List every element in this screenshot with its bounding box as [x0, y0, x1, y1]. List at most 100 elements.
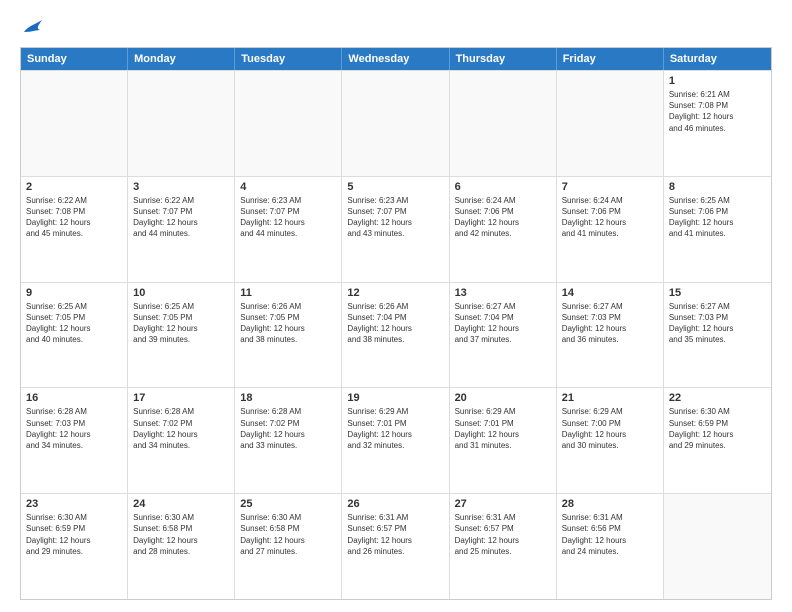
calendar-body: 1 Sunrise: 6:21 AM Sunset: 7:08 PM Daylig… — [21, 70, 771, 599]
day-cell-4-5: 28 Sunrise: 6:31 AM Sunset: 6:56 PM Dayli… — [557, 494, 664, 599]
day-info-8: Sunrise: 6:25 AM Sunset: 7:06 PM Dayligh… — [669, 195, 766, 240]
day-cell-1-4: 6 Sunrise: 6:24 AM Sunset: 7:06 PM Daylig… — [450, 177, 557, 282]
day-cell-1-2: 4Sunrise: 6:23 AM Sunset: 7:07 PM Daylig… — [235, 177, 342, 282]
day-number-22: 22 — [669, 392, 766, 404]
day-number-10: 10 — [133, 287, 229, 299]
header-thursday: Thursday — [450, 48, 557, 70]
day-info-7: Sunrise: 6:24 AM Sunset: 7:06 PM Dayligh… — [562, 195, 658, 240]
day-info-4: Sunrise: 6:23 AM Sunset: 7:07 PM Dayligh… — [240, 195, 336, 240]
calendar-header-row: Sunday Monday Tuesday Wednesday Thursday… — [21, 48, 771, 70]
day-cell-0-2 — [235, 71, 342, 176]
day-info-19: Sunrise: 6:29 AM Sunset: 7:01 PM Dayligh… — [347, 406, 443, 451]
day-cell-1-3: 5Sunrise: 6:23 AM Sunset: 7:07 PM Daylig… — [342, 177, 449, 282]
day-number-1: 1 — [669, 75, 766, 87]
header-tuesday: Tuesday — [235, 48, 342, 70]
day-info-26: Sunrise: 6:31 AM Sunset: 6:57 PM Dayligh… — [347, 512, 443, 557]
week-row-1: 2 Sunrise: 6:22 AM Sunset: 7:08 PM Daylig… — [21, 176, 771, 282]
day-info-23: Sunrise: 6:30 AM Sunset: 6:59 PM Dayligh… — [26, 512, 122, 557]
day-info-11: Sunrise: 6:26 AM Sunset: 7:05 PM Dayligh… — [240, 301, 336, 346]
day-cell-4-2: 25 Sunrise: 6:30 AM Sunset: 6:58 PM Dayli… — [235, 494, 342, 599]
page: Sunday Monday Tuesday Wednesday Thursday… — [0, 0, 792, 612]
day-info-13: Sunrise: 6:27 AM Sunset: 7:04 PM Dayligh… — [455, 301, 551, 346]
day-number-15: 15 — [669, 287, 766, 299]
day-number-28: 28 — [562, 498, 658, 510]
day-info-27: Sunrise: 6:31 AM Sunset: 6:57 PM Dayligh… — [455, 512, 551, 557]
day-cell-3-0: 16 Sunrise: 6:28 AM Sunset: 7:03 PM Dayli… — [21, 388, 128, 493]
week-row-3: 16 Sunrise: 6:28 AM Sunset: 7:03 PM Dayli… — [21, 387, 771, 493]
day-cell-1-6: 8 Sunrise: 6:25 AM Sunset: 7:06 PM Daylig… — [664, 177, 771, 282]
day-cell-2-6: 15 Sunrise: 6:27 AM Sunset: 7:03 PM Dayli… — [664, 283, 771, 388]
day-cell-0-3 — [342, 71, 449, 176]
day-info-9: Sunrise: 6:25 AM Sunset: 7:05 PM Dayligh… — [26, 301, 122, 346]
day-number-11: 11 — [240, 287, 336, 299]
day-info-20: Sunrise: 6:29 AM Sunset: 7:01 PM Dayligh… — [455, 406, 551, 451]
day-number-27: 27 — [455, 498, 551, 510]
day-cell-3-1: 17 Sunrise: 6:28 AM Sunset: 7:02 PM Dayli… — [128, 388, 235, 493]
day-number-20: 20 — [455, 392, 551, 404]
week-row-0: 1 Sunrise: 6:21 AM Sunset: 7:08 PM Daylig… — [21, 70, 771, 176]
day-info-15: Sunrise: 6:27 AM Sunset: 7:03 PM Dayligh… — [669, 301, 766, 346]
day-cell-3-6: 22 Sunrise: 6:30 AM Sunset: 6:59 PM Dayli… — [664, 388, 771, 493]
header-sunday: Sunday — [21, 48, 128, 70]
day-info-6: Sunrise: 6:24 AM Sunset: 7:06 PM Dayligh… — [455, 195, 551, 240]
day-number-6: 6 — [455, 181, 551, 193]
calendar: Sunday Monday Tuesday Wednesday Thursday… — [20, 47, 772, 600]
day-number-12: 12 — [347, 287, 443, 299]
day-info-21: Sunrise: 6:29 AM Sunset: 7:00 PM Dayligh… — [562, 406, 658, 451]
day-cell-3-4: 20 Sunrise: 6:29 AM Sunset: 7:01 PM Dayli… — [450, 388, 557, 493]
day-cell-0-6: 1 Sunrise: 6:21 AM Sunset: 7:08 PM Daylig… — [664, 71, 771, 176]
day-number-23: 23 — [26, 498, 122, 510]
day-info-2: Sunrise: 6:22 AM Sunset: 7:08 PM Dayligh… — [26, 195, 122, 240]
logo-text — [20, 16, 44, 37]
day-number-19: 19 — [347, 392, 443, 404]
day-number-26: 26 — [347, 498, 443, 510]
day-cell-2-0: 9 Sunrise: 6:25 AM Sunset: 7:05 PM Daylig… — [21, 283, 128, 388]
day-cell-4-4: 27 Sunrise: 6:31 AM Sunset: 6:57 PM Dayli… — [450, 494, 557, 599]
day-info-18: Sunrise: 6:28 AM Sunset: 7:02 PM Dayligh… — [240, 406, 336, 451]
day-cell-1-1: 3 Sunrise: 6:22 AM Sunset: 7:07 PM Daylig… — [128, 177, 235, 282]
day-cell-1-0: 2 Sunrise: 6:22 AM Sunset: 7:08 PM Daylig… — [21, 177, 128, 282]
day-number-14: 14 — [562, 287, 658, 299]
day-cell-2-3: 12Sunrise: 6:26 AM Sunset: 7:04 PM Dayli… — [342, 283, 449, 388]
day-info-17: Sunrise: 6:28 AM Sunset: 7:02 PM Dayligh… — [133, 406, 229, 451]
day-cell-3-2: 18 Sunrise: 6:28 AM Sunset: 7:02 PM Dayli… — [235, 388, 342, 493]
day-cell-4-1: 24Sunrise: 6:30 AM Sunset: 6:58 PM Dayli… — [128, 494, 235, 599]
day-cell-2-4: 13Sunrise: 6:27 AM Sunset: 7:04 PM Dayli… — [450, 283, 557, 388]
header-wednesday: Wednesday — [342, 48, 449, 70]
header-saturday: Saturday — [664, 48, 771, 70]
day-info-25: Sunrise: 6:30 AM Sunset: 6:58 PM Dayligh… — [240, 512, 336, 557]
day-info-1: Sunrise: 6:21 AM Sunset: 7:08 PM Dayligh… — [669, 89, 766, 134]
day-cell-4-6 — [664, 494, 771, 599]
day-cell-4-0: 23 Sunrise: 6:30 AM Sunset: 6:59 PM Dayli… — [21, 494, 128, 599]
day-number-8: 8 — [669, 181, 766, 193]
week-row-2: 9 Sunrise: 6:25 AM Sunset: 7:05 PM Daylig… — [21, 282, 771, 388]
day-cell-0-5 — [557, 71, 664, 176]
day-number-9: 9 — [26, 287, 122, 299]
day-number-17: 17 — [133, 392, 229, 404]
day-info-3: Sunrise: 6:22 AM Sunset: 7:07 PM Dayligh… — [133, 195, 229, 240]
day-cell-4-3: 26 Sunrise: 6:31 AM Sunset: 6:57 PM Dayli… — [342, 494, 449, 599]
day-info-28: Sunrise: 6:31 AM Sunset: 6:56 PM Dayligh… — [562, 512, 658, 557]
day-number-3: 3 — [133, 181, 229, 193]
day-cell-0-4 — [450, 71, 557, 176]
day-cell-2-2: 11 Sunrise: 6:26 AM Sunset: 7:05 PM Dayli… — [235, 283, 342, 388]
day-cell-0-0 — [21, 71, 128, 176]
day-info-14: Sunrise: 6:27 AM Sunset: 7:03 PM Dayligh… — [562, 301, 658, 346]
day-number-18: 18 — [240, 392, 336, 404]
day-info-16: Sunrise: 6:28 AM Sunset: 7:03 PM Dayligh… — [26, 406, 122, 451]
day-number-5: 5 — [347, 181, 443, 193]
day-number-21: 21 — [562, 392, 658, 404]
header-friday: Friday — [557, 48, 664, 70]
logo-bird-icon — [22, 18, 44, 36]
day-number-2: 2 — [26, 181, 122, 193]
day-cell-2-1: 10Sunrise: 6:25 AM Sunset: 7:05 PM Dayli… — [128, 283, 235, 388]
day-cell-3-3: 19 Sunrise: 6:29 AM Sunset: 7:01 PM Dayli… — [342, 388, 449, 493]
day-number-16: 16 — [26, 392, 122, 404]
day-cell-2-5: 14 Sunrise: 6:27 AM Sunset: 7:03 PM Dayli… — [557, 283, 664, 388]
day-number-25: 25 — [240, 498, 336, 510]
day-number-7: 7 — [562, 181, 658, 193]
day-info-22: Sunrise: 6:30 AM Sunset: 6:59 PM Dayligh… — [669, 406, 766, 451]
week-row-4: 23 Sunrise: 6:30 AM Sunset: 6:59 PM Dayli… — [21, 493, 771, 599]
day-cell-1-5: 7 Sunrise: 6:24 AM Sunset: 7:06 PM Daylig… — [557, 177, 664, 282]
header-monday: Monday — [128, 48, 235, 70]
